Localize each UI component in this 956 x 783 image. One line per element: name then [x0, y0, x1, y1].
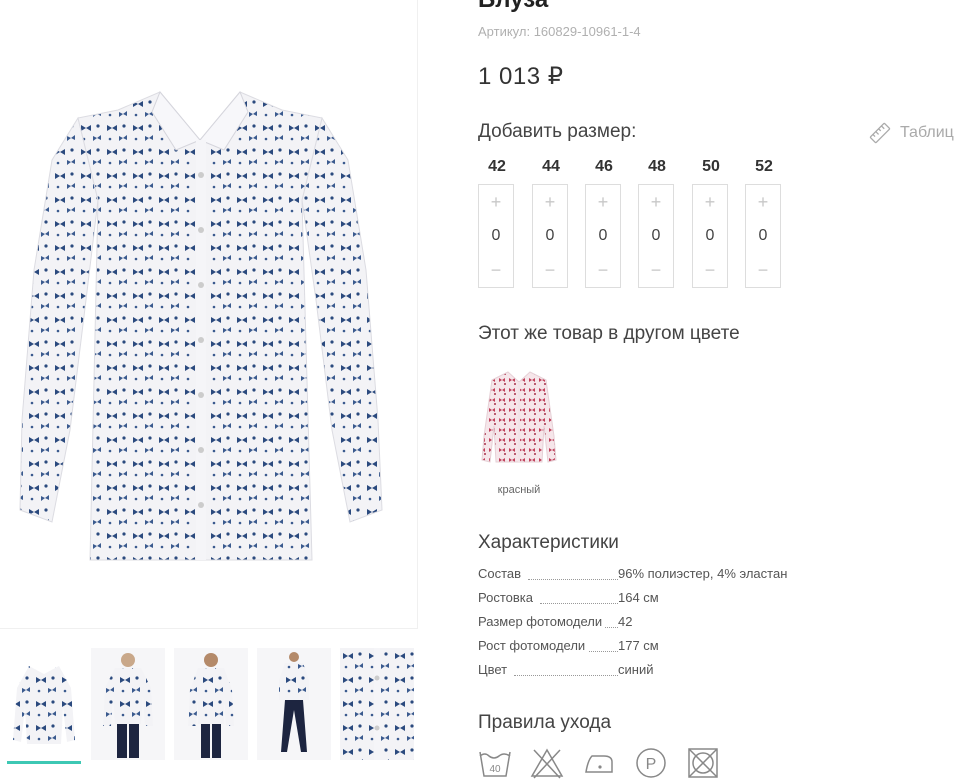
specs-heading: Характеристики	[478, 532, 619, 553]
quantity-stepper: + 0 −	[585, 184, 621, 288]
quantity-stepper: + 0 −	[532, 184, 568, 288]
wash-40-icon: 40	[479, 751, 511, 777]
size-table-link[interactable]: Таблиц	[868, 121, 954, 145]
spec-value: 164 см	[618, 590, 659, 605]
iron-low-icon	[585, 755, 613, 773]
thumbnail-strip	[7, 648, 417, 783]
product-price: 1 013 ₽	[478, 63, 564, 90]
size-option-46: 46 + 0 −	[585, 158, 623, 288]
size-label: 50	[702, 158, 720, 175]
decrement-button[interactable]: −	[705, 253, 716, 287]
main-product-photo[interactable]	[0, 0, 418, 629]
active-thumbnail-indicator	[7, 761, 81, 764]
spec-key: Рост фотомодели	[478, 638, 589, 653]
spec-value: 96% полиэстер, 4% эластан	[618, 566, 788, 581]
thumbnail-2[interactable]	[91, 648, 165, 760]
quantity-value[interactable]: 0	[492, 219, 501, 253]
quantity-value[interactable]: 0	[546, 219, 555, 253]
care-heading: Правила ухода	[478, 712, 612, 733]
care-icons: 40 P	[478, 746, 720, 780]
quantity-value[interactable]: 0	[706, 219, 715, 253]
no-bleach-icon	[530, 748, 564, 779]
size-option-44: 44 + 0 −	[532, 158, 570, 288]
increment-button[interactable]: +	[598, 185, 609, 219]
increment-button[interactable]: +	[545, 185, 556, 219]
spec-key: Ростовка	[478, 590, 536, 605]
thumbnail-4[interactable]	[257, 648, 331, 760]
decrement-button[interactable]: −	[545, 253, 556, 287]
blouse-image	[19, 91, 383, 561]
quantity-value[interactable]: 0	[759, 219, 768, 253]
size-option-48: 48 + 0 −	[638, 158, 676, 288]
decrement-button[interactable]: −	[491, 253, 502, 287]
quantity-value[interactable]: 0	[652, 219, 661, 253]
dry-clean-p-icon: P	[636, 748, 666, 778]
increment-button[interactable]: +	[651, 185, 662, 219]
decrement-button[interactable]: −	[758, 253, 769, 287]
quantity-value[interactable]: 0	[599, 219, 608, 253]
spec-key: Цвет	[478, 662, 511, 677]
thumbnail-1[interactable]	[7, 648, 81, 760]
spec-key: Состав	[478, 566, 525, 581]
red-blouse-image	[481, 371, 557, 463]
size-label: 44	[542, 158, 560, 175]
size-label: 52	[755, 158, 773, 175]
no-tumble-dry-icon	[688, 748, 718, 778]
color-variant-label: красный	[497, 484, 541, 496]
increment-button[interactable]: +	[491, 185, 502, 219]
thumbnail-5[interactable]	[340, 648, 414, 760]
quantity-stepper: + 0 −	[478, 184, 514, 288]
size-label: 48	[648, 158, 666, 175]
spec-key: Размер фотомодели	[478, 614, 606, 629]
size-table-label: Таблиц	[900, 124, 954, 141]
quantity-stepper: + 0 −	[745, 184, 781, 288]
increment-button[interactable]: +	[705, 185, 716, 219]
wash-temp-label: 40	[489, 764, 501, 775]
svg-text:P: P	[646, 756, 657, 773]
increment-button[interactable]: +	[758, 185, 769, 219]
other-color-heading: Этот же товар в другом цвете	[478, 323, 740, 344]
decrement-button[interactable]: −	[598, 253, 609, 287]
size-option-50: 50 + 0 −	[692, 158, 730, 288]
thumbnail-3[interactable]	[174, 648, 248, 760]
spec-value: 42	[618, 614, 633, 629]
product-title: Блуза	[478, 0, 548, 14]
size-option-42: 42 + 0 −	[478, 158, 516, 288]
size-option-52: 52 + 0 −	[745, 158, 783, 288]
size-label: 46	[595, 158, 613, 175]
quantity-stepper: + 0 −	[692, 184, 728, 288]
spec-value: синий	[618, 662, 654, 677]
decrement-button[interactable]: −	[651, 253, 662, 287]
spec-value: 177 см	[618, 638, 659, 653]
quantity-stepper: + 0 −	[638, 184, 674, 288]
size-label: 42	[488, 158, 506, 175]
ruler-icon	[869, 122, 891, 144]
product-sku: Артикул: 160829-10961-1-4	[478, 24, 641, 39]
add-size-heading: Добавить размер:	[478, 121, 637, 142]
color-variant-red[interactable]	[478, 366, 560, 466]
